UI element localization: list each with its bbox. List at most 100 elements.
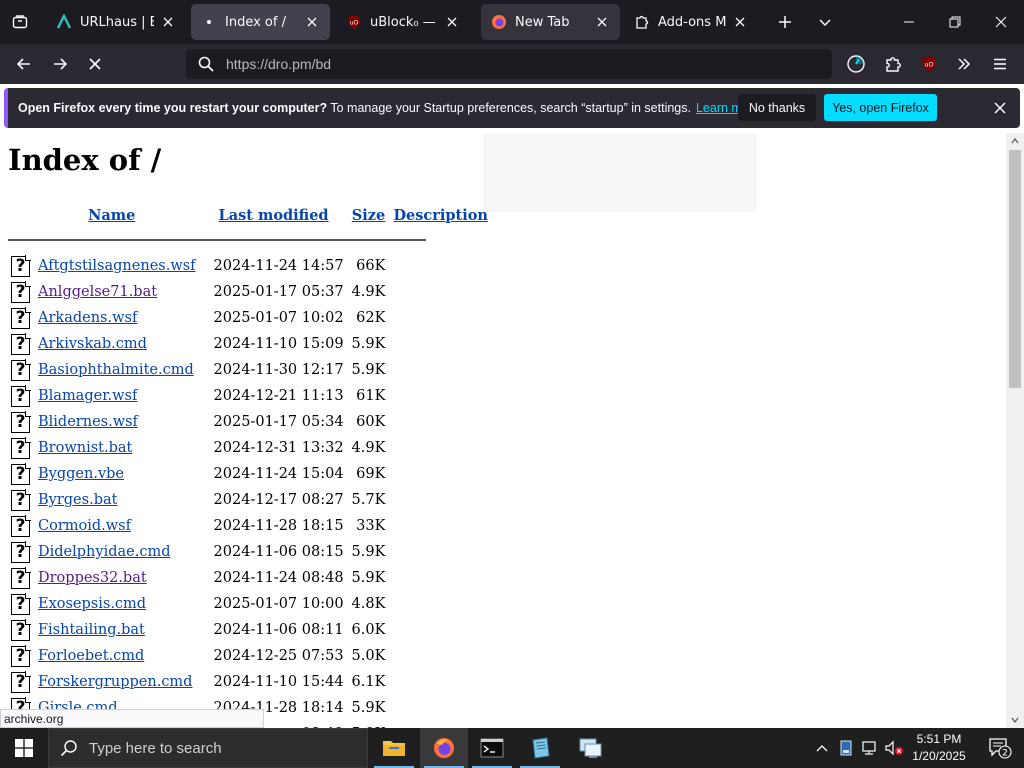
file-link[interactable]: Byggen.vbe [38,466,124,482]
network-status-button[interactable] [858,728,882,768]
file-link[interactable]: Brownist.bat [38,440,132,456]
close-tab-icon[interactable] [594,14,610,30]
scroll-down-arrow[interactable] [1006,712,1024,728]
tab-title: New Tab [515,14,570,30]
tab-index-of[interactable]: Index of / [191,4,330,40]
taskbar-clock[interactable]: 5:51 PM 1/20/2025 [906,728,972,768]
header-divider-row [8,227,492,253]
file-name-cell: Brownist.bat [34,435,200,461]
taskbar-search-box[interactable]: Type here to search [48,728,368,768]
network-icon [862,741,876,755]
file-description-cell [389,487,492,513]
yes-open-firefox-button[interactable]: Yes, open Firefox [824,94,937,121]
close-icon [994,102,1006,114]
minimize-button[interactable] [886,0,932,44]
extensions-button[interactable] [877,48,909,80]
file-link[interactable]: Fishtailing.bat [38,622,145,638]
stop-button[interactable] [79,48,111,80]
file-size-cell: 61K [356,388,386,404]
file-size-cell: 5.9K [348,721,390,728]
file-row: ? Brownist.bat 2024-12-31 13:32 4.9K [8,435,492,461]
show-hidden-icons-button[interactable] [810,728,834,768]
scroll-up-arrow[interactable] [1006,133,1024,149]
file-date-cell: 2024-11-10 15:09 [213,336,344,352]
tab-title: uBlock₀ — Asse [370,14,438,30]
file-description-cell [389,539,492,565]
file-size-cell: 5.9K [351,336,386,352]
chevron-down-icon [1011,717,1019,723]
sort-by-name-link[interactable]: Name [88,207,135,224]
file-icon-cell: ? [8,357,34,383]
notification-message: Open Firefox every time you restart your… [18,101,691,115]
close-window-button[interactable] [978,0,1024,44]
volume-button[interactable] [882,728,906,768]
tab-urlhaus[interactable]: URLhaus | Brow [46,4,186,40]
file-listing-table: Name Last modified Size Description ? Aft… [8,203,492,728]
tab-addons[interactable]: Add-ons Manag [624,4,758,40]
no-thanks-button[interactable]: No thanks [738,94,816,121]
ublock-button[interactable]: uO [913,48,945,80]
file-link[interactable]: Blidernes.wsf [38,414,138,430]
notification-body-text: To manage your Startup preferences, sear… [327,101,691,115]
close-tab-icon[interactable] [444,14,460,30]
taskbar-network-app[interactable] [566,728,614,768]
app-menu-button[interactable] [984,48,1016,80]
file-link[interactable]: Anlggelse71.bat [38,284,157,300]
file-size-cell: 5.7K [351,492,386,508]
file-link[interactable]: Cormoid.wsf [38,518,131,534]
sort-by-description-link[interactable]: Description [393,207,488,224]
horizontal-rule [8,239,426,241]
file-link[interactable]: Basiophthalmite.cmd [38,362,194,378]
overflow-menu-button[interactable] [948,48,980,80]
stop-x-icon [89,58,101,70]
arrow-right-icon [54,58,68,70]
sort-by-size-link[interactable]: Size [352,207,385,224]
tray-device-icon[interactable] [834,728,858,768]
file-date-cell: 2024-12-17 08:27 [213,492,344,508]
file-icon-cell: ? [8,331,34,357]
header-description: Description [389,203,492,227]
header-last-modified: Last modified [200,203,348,227]
file-link[interactable]: Didelphyidae.cmd [38,544,170,560]
back-button[interactable] [8,48,40,80]
close-tab-icon[interactable] [304,14,320,30]
close-tab-icon[interactable] [160,14,176,30]
tab-new-tab[interactable]: New Tab [481,4,620,40]
double-chevron-right-icon [958,58,971,70]
list-all-tabs-button[interactable] [0,0,40,44]
tab-ublock[interactable]: uO uBlock₀ — Asse [336,4,470,40]
close-tab-icon[interactable] [732,14,748,30]
address-bar[interactable]: https://dro.pm/bd [186,49,832,79]
file-link[interactable]: Forskergruppen.cmd [38,674,192,690]
file-row: ? Basiophthalmite.cmd 2024-11-30 12:17 5.9K [8,357,492,383]
taskbar-notepad[interactable] [516,728,564,768]
close-notification-button[interactable] [988,96,1012,120]
forward-button[interactable] [44,48,76,80]
start-button[interactable] [0,728,48,768]
action-center-button[interactable]: 2 [978,728,1022,768]
url-text[interactable]: https://dro.pm/bd [226,56,331,72]
file-size-cell: 4.9K [351,284,386,300]
file-date-cell: 2025-01-17 05:34 [213,414,344,430]
file-link[interactable]: Blamager.wsf [38,388,137,404]
file-link[interactable]: Forloebet.cmd [38,648,144,664]
tab-overflow-button[interactable] [807,4,843,40]
sort-by-modified-link[interactable]: Last modified [219,207,329,224]
taskbar-firefox[interactable] [420,728,468,768]
file-link[interactable]: Exosepsis.cmd [38,596,146,612]
file-link[interactable]: Droppes32.bat [38,570,147,586]
new-tab-button[interactable] [767,4,803,40]
taskbar-file-explorer[interactable] [370,728,418,768]
file-name-cell: Blidernes.wsf [34,409,200,435]
scrollbar-thumb[interactable] [1009,150,1021,388]
file-link[interactable]: Arkadens.wsf [38,310,137,326]
restore-button[interactable] [932,0,978,44]
firefox-view-button[interactable] [840,48,872,80]
file-size-cell: 6.1K [351,674,386,690]
file-link[interactable]: Aftgtstilsagnenes.wsf [38,258,196,274]
file-size-cell: 5.0K [351,648,386,664]
file-link[interactable]: Arkivskab.cmd [38,336,147,352]
vertical-scrollbar[interactable] [1006,133,1024,728]
file-link[interactable]: Byrges.bat [38,492,117,508]
taskbar-terminal[interactable] [468,728,516,768]
